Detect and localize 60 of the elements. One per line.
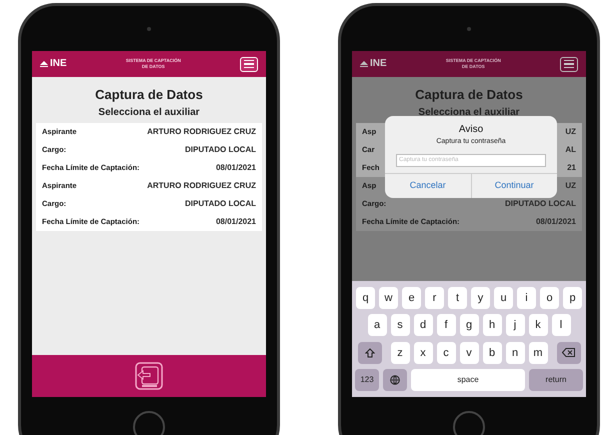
key[interactable]: k xyxy=(528,314,548,336)
key[interactable]: n xyxy=(506,342,524,364)
key[interactable]: s xyxy=(390,314,410,336)
dialog-button[interactable]: Continuar xyxy=(470,174,557,198)
field-value: DIPUTADO LOCAL xyxy=(185,198,256,210)
backspace-icon xyxy=(562,348,575,358)
field-value: 08/01/2021 xyxy=(216,162,256,174)
logo-icon xyxy=(360,60,368,68)
key[interactable]: t xyxy=(448,286,467,309)
screen-heading: Captura de Datos xyxy=(94,86,204,104)
shift-key[interactable] xyxy=(358,342,382,364)
key[interactable]: g xyxy=(460,314,478,336)
key[interactable]: z xyxy=(390,342,410,364)
field-value: ARTURO RODRIGUEZ CRUZ xyxy=(147,126,256,138)
return-key[interactable]: return xyxy=(529,369,583,392)
field-value: 08/01/2021 xyxy=(536,216,576,228)
key[interactable]: r xyxy=(425,286,444,309)
key[interactable]: e xyxy=(402,286,421,309)
globe-icon xyxy=(390,375,400,386)
key[interactable]: c xyxy=(436,342,456,364)
dialog-button[interactable]: Cancelar xyxy=(385,174,470,198)
key[interactable]: w xyxy=(379,286,398,309)
key[interactable]: f xyxy=(436,314,456,336)
key[interactable]: x xyxy=(414,342,432,364)
field-value: AL xyxy=(565,144,576,156)
numbers-key[interactable]: 123 xyxy=(355,369,379,392)
logo-text: INE xyxy=(370,59,387,69)
key[interactable]: y xyxy=(471,286,490,309)
shift-icon xyxy=(364,348,374,358)
logo-icon xyxy=(40,60,48,68)
screen-subheading: Selecciona el auxiliar xyxy=(97,106,201,120)
key[interactable]: q xyxy=(356,286,375,309)
key[interactable]: h xyxy=(482,314,502,336)
key[interactable]: i xyxy=(517,286,536,309)
field-value: 21 xyxy=(567,162,576,174)
key[interactable]: j xyxy=(506,314,524,336)
field-value: DIPUTADO LOCAL xyxy=(505,198,576,210)
key[interactable]: d xyxy=(414,314,432,336)
logo-text: INE xyxy=(50,59,67,69)
menu-button[interactable] xyxy=(560,56,578,72)
backspace-key[interactable] xyxy=(556,342,580,364)
screen-heading: Captura de Datos xyxy=(414,86,524,104)
key[interactable]: o xyxy=(540,286,559,309)
key[interactable]: l xyxy=(552,314,570,336)
key[interactable]: a xyxy=(368,314,386,336)
field-value: UZ xyxy=(565,180,576,192)
key[interactable]: p xyxy=(563,286,582,309)
space-key[interactable]: space xyxy=(411,369,525,392)
logout-icon[interactable] xyxy=(134,361,164,391)
screen-subheading: Selecciona el auxiliar xyxy=(417,106,521,120)
key[interactable]: b xyxy=(482,342,502,364)
field-value: 08/01/2021 xyxy=(216,216,256,228)
key[interactable]: m xyxy=(528,342,548,364)
key[interactable]: v xyxy=(460,342,478,364)
field-value: DIPUTADO LOCAL xyxy=(185,144,256,156)
field-value: ARTURO RODRIGUEZ CRUZ xyxy=(147,180,256,192)
dialog-title: Aviso xyxy=(458,123,484,137)
key[interactable]: u xyxy=(494,286,513,309)
globe-key[interactable] xyxy=(383,369,407,392)
field-value: UZ xyxy=(565,126,576,138)
